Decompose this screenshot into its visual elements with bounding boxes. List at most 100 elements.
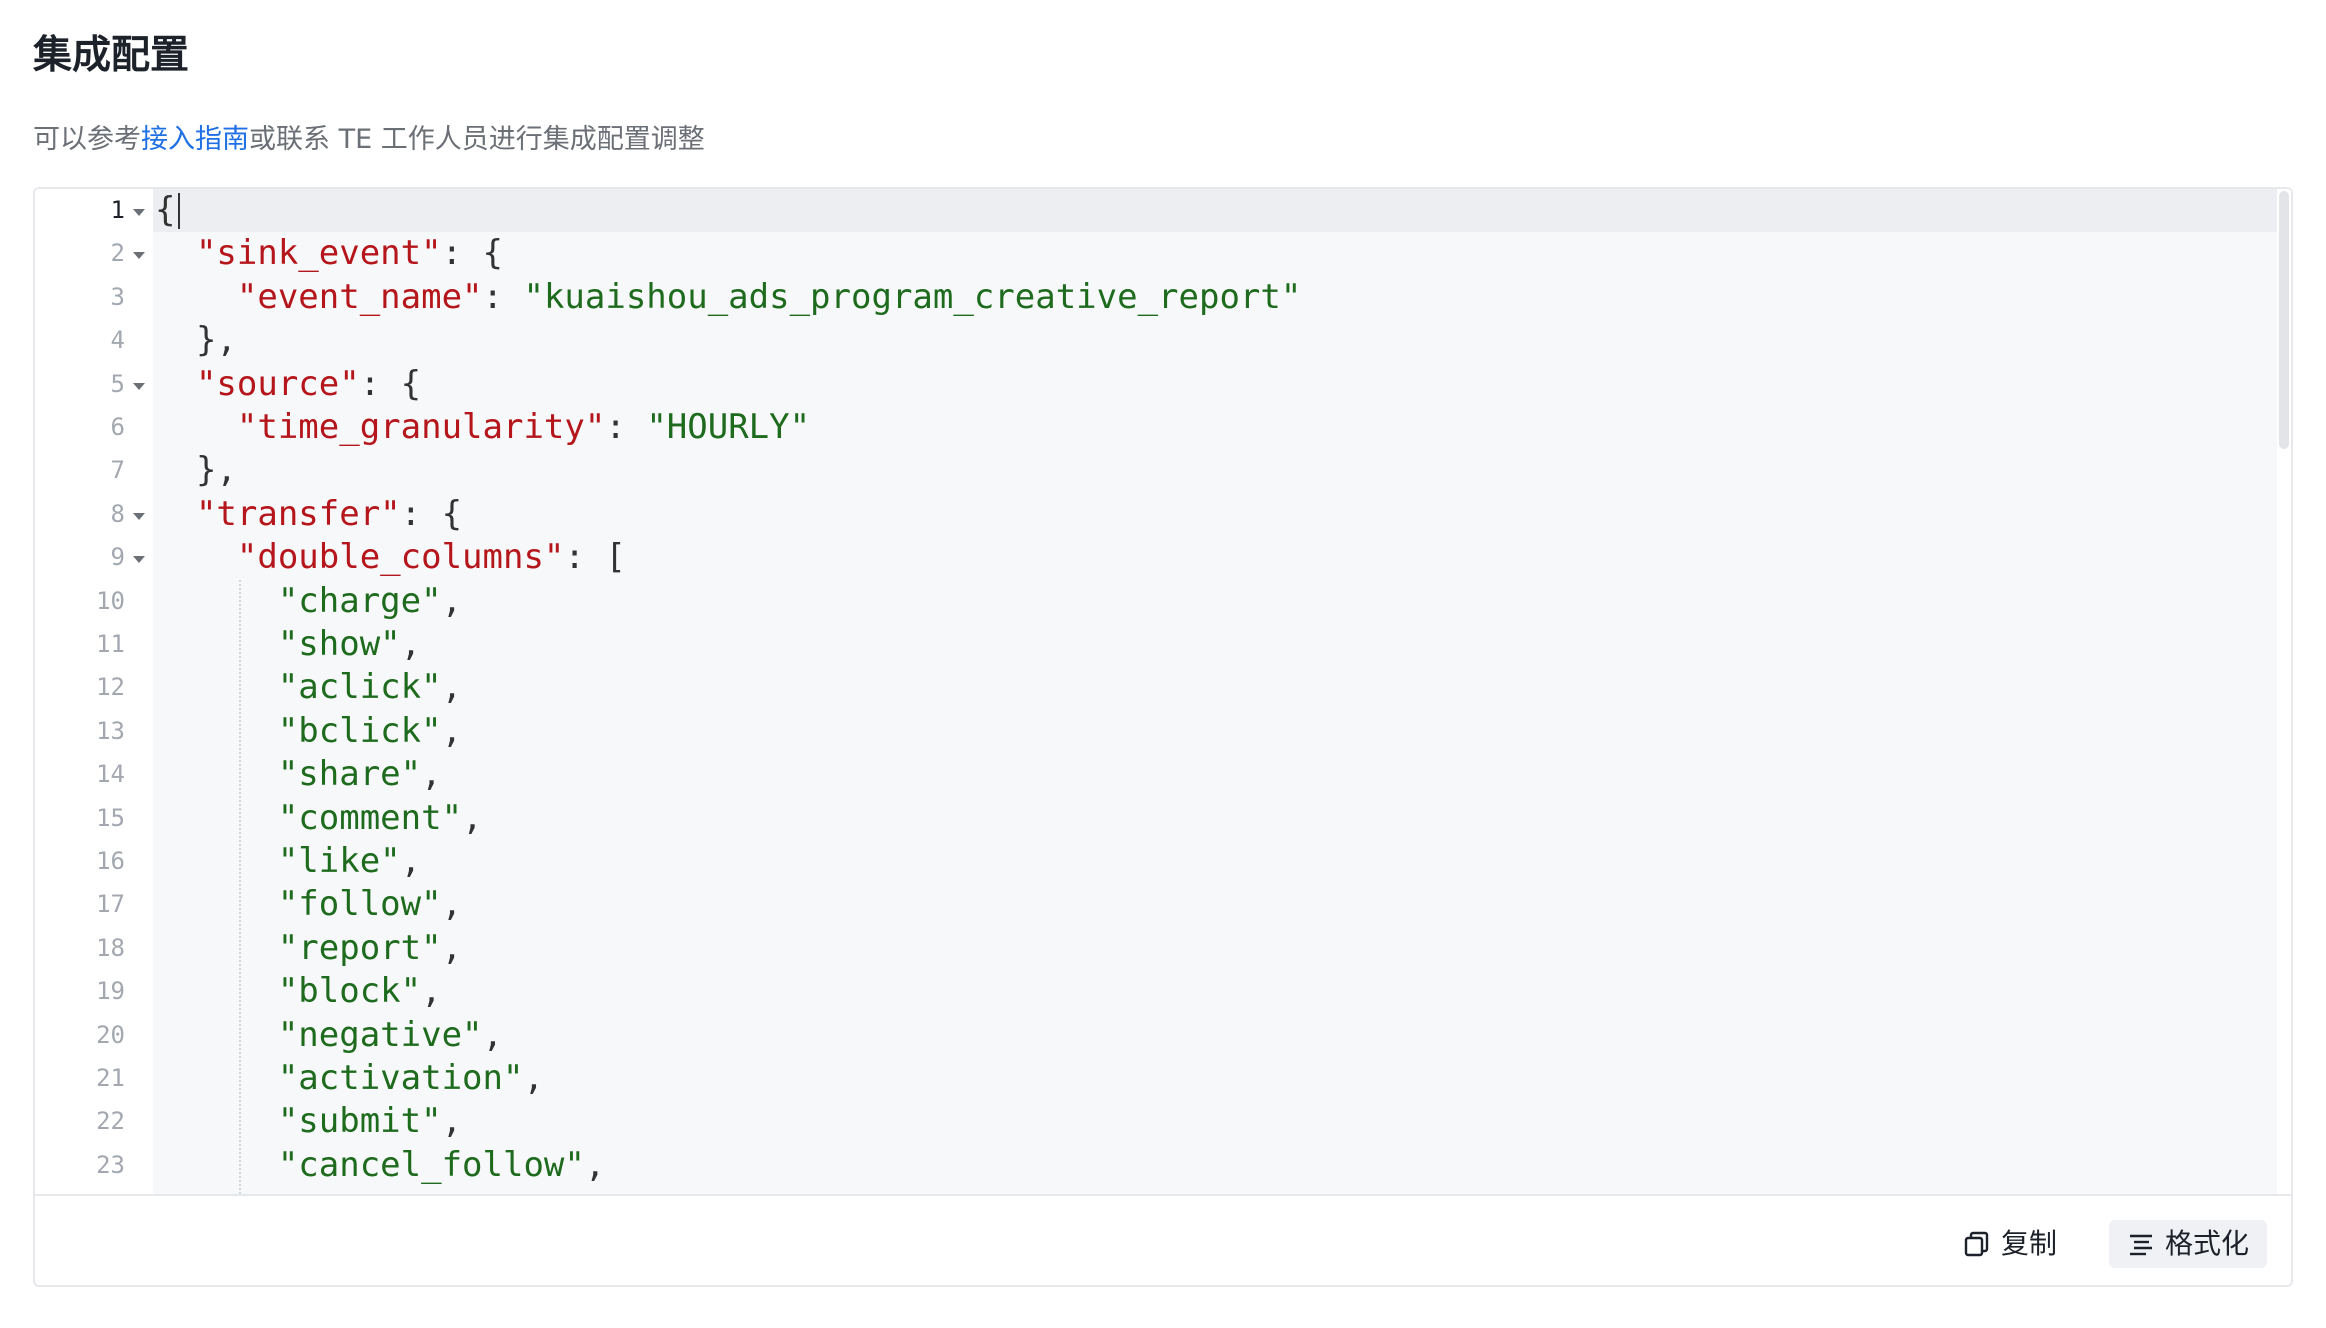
code-line[interactable]: "time_granularity": "HOURLY" [153, 406, 2280, 449]
json-string: "negative" [277, 1014, 483, 1055]
json-punctuation: , [441, 884, 463, 925]
fold-toggle-icon[interactable] [133, 252, 145, 260]
json-punctuation: : { [441, 233, 504, 274]
json-punctuation: : { [400, 493, 463, 534]
line-number-20: 20 [35, 1014, 153, 1057]
code-line[interactable]: "charge", [153, 580, 2280, 623]
json-punctuation [155, 841, 278, 881]
line-number-text: 5 [110, 369, 125, 398]
json-string: "block" [277, 971, 422, 1012]
json-punctuation: }, [155, 320, 237, 361]
line-number-4: 4 [35, 319, 153, 362]
line-number-9: 9 [35, 536, 153, 579]
code-editor[interactable]: 1 2 3 4 5 6 7 8 9 10 11 12 13 14 15 16 17 18 19 20 21 22 23 { … [35, 189, 2291, 1194]
line-number-text: 13 [96, 716, 125, 745]
json-string: "aclick" [277, 667, 442, 708]
line-number-13: 13 [35, 710, 153, 753]
json-punctuation: { [155, 190, 176, 230]
json-string: "bclick" [277, 710, 442, 751]
fold-toggle-icon[interactable] [133, 209, 145, 216]
line-number-text: 22 [96, 1107, 125, 1136]
json-string: "charge" [277, 580, 442, 621]
json-punctuation: , [482, 1014, 504, 1055]
code-editor-card: 1 2 3 4 5 6 7 8 9 10 11 12 13 14 15 16 17 18 19 20 21 22 23 { … [33, 187, 2293, 1287]
line-number-15: 15 [35, 797, 153, 840]
page-title: 集成配置 [33, 33, 190, 78]
code-line[interactable]: }, [153, 319, 2280, 362]
fold-toggle-icon[interactable] [133, 382, 145, 390]
code-area[interactable]: { "sink_event": { "event_name": "kuaisho… [153, 189, 2291, 1194]
code-line[interactable]: "show", [153, 623, 2280, 666]
code-line[interactable]: "cancel_follow", [153, 1144, 2280, 1187]
json-punctuation: , [523, 1058, 544, 1098]
json-punctuation: , [421, 754, 442, 795]
guide-link[interactable]: 接入指南 [141, 124, 249, 155]
line-number-gutter: 1 2 3 4 5 6 7 8 9 10 11 12 13 14 15 16 17 18 19 20 21 22 23 [35, 189, 153, 1194]
code-line[interactable]: "follow", [153, 883, 2280, 926]
code-line[interactable]: "report", [153, 927, 2280, 970]
line-number-text: 1 [110, 196, 125, 224]
indent-guide [239, 579, 241, 1194]
code-line[interactable]: "aclick", [153, 666, 2280, 709]
description-suffix: 或联系 TE 工作人员进行集成配置调整 [249, 124, 705, 155]
code-line[interactable]: "block", [153, 970, 2280, 1013]
code-line[interactable]: "share", [153, 753, 2280, 796]
line-number-text: 8 [110, 499, 125, 528]
format-button[interactable]: 格式化 [2109, 1220, 2267, 1268]
code-line[interactable]: "negative", [153, 1014, 2280, 1057]
line-number-text: 15 [96, 803, 125, 832]
text-cursor [177, 193, 180, 229]
line-number-text: 12 [96, 673, 125, 702]
line-number-text: 9 [110, 543, 125, 572]
line-number-23: 23 [35, 1144, 153, 1187]
json-punctuation [155, 364, 196, 404]
json-punctuation: , [441, 927, 463, 968]
json-punctuation: , [441, 580, 463, 621]
code-line[interactable]: "activation", [153, 1057, 2280, 1100]
json-punctuation [155, 754, 278, 794]
code-line[interactable]: "like", [153, 840, 2280, 883]
json-string: "activation" [277, 1058, 524, 1098]
json-key: "double_columns" [236, 537, 565, 578]
json-string: "show" [277, 624, 401, 664]
line-number-text: 10 [96, 586, 125, 615]
code-line[interactable]: "source": { [153, 363, 2280, 406]
json-string: "kuaishou_ads_program_creative_report" [523, 276, 1302, 317]
fold-toggle-icon[interactable] [133, 512, 145, 520]
json-punctuation [155, 1145, 278, 1185]
line-number-text: 14 [96, 760, 125, 789]
json-key: "transfer" [195, 493, 401, 534]
line-number-5: 5 [35, 363, 153, 406]
json-punctuation [155, 494, 196, 534]
line-number-12: 12 [35, 666, 153, 709]
json-punctuation: , [400, 624, 422, 664]
json-punctuation [155, 407, 237, 447]
code-line[interactable]: "double_columns": [ [153, 536, 2280, 579]
line-number-text: 17 [96, 890, 125, 919]
copy-label: 复制 [2001, 1227, 2058, 1260]
line-number-1: 1 [35, 189, 153, 232]
json-punctuation [155, 711, 278, 751]
code-line[interactable]: "event_name": "kuaishou_ads_program_crea… [153, 276, 2280, 319]
json-punctuation [155, 1101, 278, 1141]
fold-toggle-icon[interactable] [133, 556, 145, 564]
json-punctuation [155, 884, 278, 924]
copy-button[interactable]: 复制 [1953, 1220, 2093, 1268]
json-punctuation: , [400, 841, 422, 881]
json-punctuation: : [482, 276, 524, 317]
code-line[interactable]: "comment", [153, 797, 2280, 840]
line-number-10: 10 [35, 580, 153, 623]
line-number-21: 21 [35, 1057, 153, 1100]
scrollbar-thumb[interactable] [2279, 191, 2289, 449]
code-line[interactable]: "transfer": { [153, 493, 2280, 536]
json-key: "sink_event" [195, 233, 442, 274]
code-line[interactable]: "submit", [153, 1100, 2280, 1143]
code-line[interactable]: { [153, 189, 2280, 232]
json-punctuation: , [421, 971, 442, 1012]
json-string: "submit" [277, 1101, 442, 1142]
code-line[interactable]: }, [153, 449, 2280, 492]
code-line[interactable]: "bclick", [153, 710, 2280, 753]
code-line[interactable]: "sink_event": { [153, 232, 2280, 275]
editor-footer: 复制 格式化 [35, 1194, 2291, 1285]
vertical-scrollbar[interactable] [2277, 189, 2291, 1194]
